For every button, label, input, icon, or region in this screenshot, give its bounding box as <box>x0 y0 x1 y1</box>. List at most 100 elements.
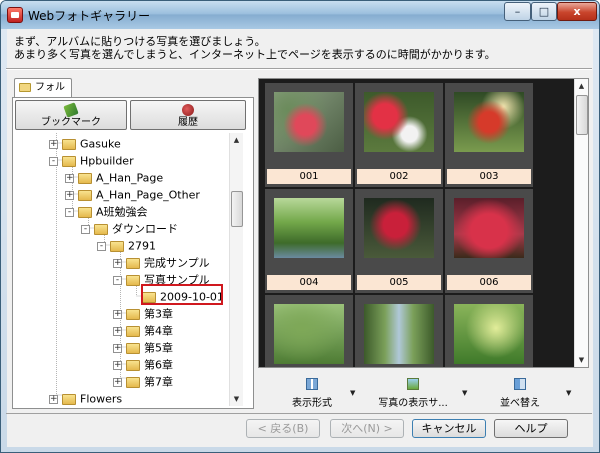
tree-item[interactable]: + 第3章 <box>113 305 173 322</box>
maximize-button[interactable]: □ <box>531 2 557 21</box>
tree-item[interactable]: - Hpbuilder <box>49 152 134 169</box>
tree-item-label: 2791 <box>128 239 156 253</box>
photo-thumbnail[interactable]: 006 <box>445 189 533 293</box>
photo-thumbnail[interactable]: 003 <box>445 83 533 187</box>
tree-item[interactable]: + Gasuke <box>49 135 121 152</box>
collapse-icon[interactable]: - <box>65 207 74 217</box>
tree-item-label: 第6章 <box>144 358 173 372</box>
view-format-dropdown-icon[interactable]: ▼ <box>350 389 355 397</box>
help-button[interactable]: ヘルプ <box>494 419 568 438</box>
photo-image <box>274 92 344 152</box>
tree-item-label: 完成サンプル <box>144 256 210 270</box>
photo-label: 005 <box>357 275 441 290</box>
tree-vertical-scrollbar[interactable]: ▲ ▼ <box>229 133 243 406</box>
tree-item[interactable]: + 完成サンプル <box>113 254 210 271</box>
scroll-down-arrow-icon[interactable]: ▼ <box>230 392 243 406</box>
photo-thumbnail[interactable]: 002 <box>355 83 443 187</box>
tree-item[interactable]: + A_Han_Page <box>65 169 163 186</box>
expand-icon[interactable]: + <box>113 377 122 387</box>
folder-icon <box>19 83 31 92</box>
tree-item[interactable]: - A班勉強会 <box>65 203 148 220</box>
photo-display-button[interactable]: 写真の表示サ... ▼ <box>364 374 467 410</box>
tree-item[interactable]: + 第5章 <box>113 339 173 356</box>
next-button[interactable]: 次へ(N) > <box>330 419 404 438</box>
folder-icon <box>78 172 92 184</box>
folder-icon <box>126 359 140 371</box>
collapse-icon[interactable]: - <box>81 224 90 234</box>
tree-item[interactable]: + Flowers <box>49 390 122 405</box>
tree-item-label: Hpbuilder <box>80 154 134 168</box>
folder-tree: + Gasuke - Hpbuilder + A_Han_Page + A_Han_Page_… <box>14 133 230 405</box>
sort-dropdown-icon[interactable]: ▼ <box>566 389 571 397</box>
sort-button[interactable]: 並べ替え ▼ <box>480 374 571 410</box>
photo-thumbnail[interactable] <box>445 295 533 367</box>
intro-line-2: あまり多く写真を選んでしまうと、インターネット上でページを表示するのに時間がかか… <box>14 48 496 61</box>
tab-folder[interactable]: フォルダ <box>14 78 72 111</box>
folder-icon <box>126 274 140 286</box>
close-button[interactable]: x <box>557 2 597 21</box>
photo-display-dropdown-icon[interactable]: ▼ <box>462 389 467 397</box>
tree-scroll-thumb[interactable] <box>231 191 243 227</box>
photo-thumbnail[interactable]: 001 <box>265 83 353 187</box>
expand-icon[interactable]: + <box>49 139 58 149</box>
folder-icon <box>62 155 76 167</box>
folder-icon <box>110 240 124 252</box>
scroll-up-arrow-icon[interactable]: ▲ <box>230 133 243 147</box>
tree-item-label: A_Han_Page <box>96 171 164 185</box>
tree-item[interactable]: + 第6章 <box>113 356 173 373</box>
history-button[interactable]: 履歴 <box>130 100 246 130</box>
expand-icon[interactable]: + <box>113 343 122 353</box>
gallery-scroll-down-icon[interactable]: ▼ <box>575 353 588 367</box>
tree-item[interactable]: + 第4章 <box>113 322 173 339</box>
collapse-icon[interactable]: - <box>49 156 58 166</box>
tree-item-label: A_Han_Page_Other <box>96 188 200 202</box>
tree-item-label: 第5章 <box>144 341 173 355</box>
expand-icon[interactable]: + <box>113 258 122 268</box>
tree-item-label: Gasuke <box>80 137 121 151</box>
tree-item-label: 第7章 <box>144 375 173 389</box>
photo-image <box>454 92 524 152</box>
back-button[interactable]: < 戻る(B) <box>246 419 320 438</box>
collapse-icon[interactable]: - <box>97 241 106 251</box>
tree-item-label: A班勉強会 <box>96 205 148 219</box>
expand-icon[interactable]: + <box>113 360 122 370</box>
photo-thumbnail[interactable]: 005 <box>355 189 443 293</box>
photo-label: 001 <box>267 169 351 184</box>
folder-icon <box>62 393 76 405</box>
tree-item[interactable]: - 2791 <box>97 237 156 254</box>
photo-display-label: 写真の表示サ... <box>378 398 448 409</box>
tree-item-label: Flowers <box>80 392 123 406</box>
photo-thumbnail[interactable] <box>355 295 443 367</box>
expand-icon[interactable]: + <box>49 394 58 404</box>
photo-label: 003 <box>447 169 531 184</box>
gallery-vertical-scrollbar[interactable]: ▲ ▼ <box>574 79 588 367</box>
folder-icon <box>126 308 140 320</box>
header-divider <box>6 68 592 70</box>
photo-thumbnail[interactable]: 004 <box>265 189 353 293</box>
view-format-button[interactable]: 表示形式 ▼ <box>272 374 355 410</box>
photo-thumbnail[interactable] <box>265 295 353 367</box>
expand-icon[interactable]: + <box>65 173 74 183</box>
tree-item[interactable]: - ダウンロード <box>81 220 178 237</box>
expand-icon[interactable]: + <box>65 190 74 200</box>
tree-item[interactable]: + A_Han_Page_Other <box>65 186 200 203</box>
bookmark-button[interactable]: ブックマーク <box>15 100 127 130</box>
photo-label: 002 <box>357 169 441 184</box>
expand-icon[interactable]: + <box>113 309 122 319</box>
photo-image <box>274 304 344 364</box>
cancel-button[interactable]: キャンセル <box>412 419 486 438</box>
collapse-icon[interactable]: - <box>113 275 122 285</box>
tree-item[interactable]: + 第7章 <box>113 373 173 390</box>
gallery-scroll-thumb[interactable] <box>576 95 588 135</box>
folder-icon <box>62 138 76 150</box>
folder-icon <box>78 189 92 201</box>
gallery-toolbar: 表示形式 ▼ 写真の表示サ... ▼ 並べ替え ▼ <box>258 374 589 410</box>
photo-image <box>364 92 434 152</box>
intro-line-1: まず、アルバムに貼りつける写真を選びましょう。 <box>14 35 266 48</box>
photo-image <box>454 198 524 258</box>
expand-icon[interactable]: + <box>113 326 122 336</box>
tree-item-label: ダウンロード <box>112 222 178 236</box>
minimize-button[interactable]: – <box>504 2 531 21</box>
gallery-scroll-up-icon[interactable]: ▲ <box>575 79 588 93</box>
folder-icon <box>126 342 140 354</box>
